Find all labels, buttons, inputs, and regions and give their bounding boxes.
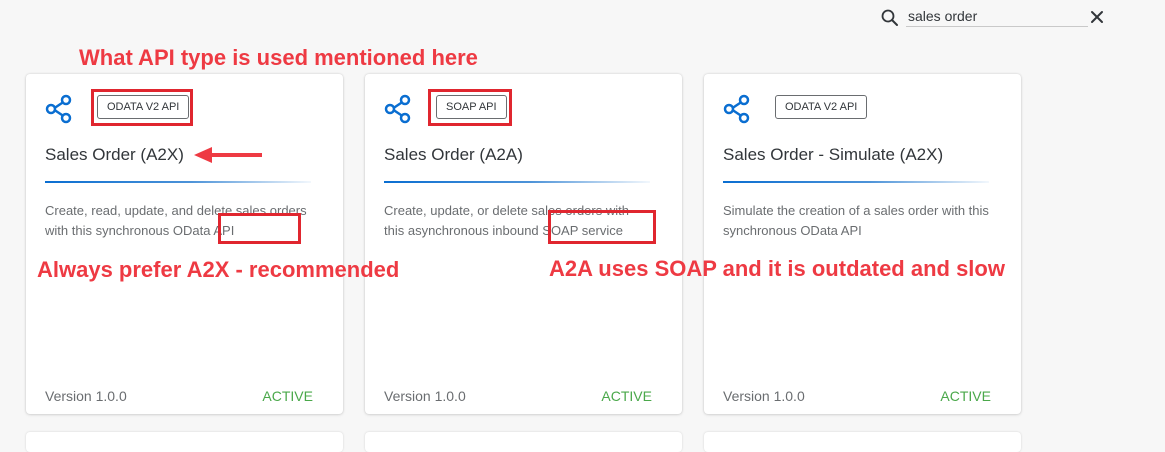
card-divider [45, 181, 311, 183]
api-type-badge: ODATA V2 API [775, 95, 868, 119]
card-version: Version 1.0.0 [723, 388, 805, 404]
api-card-next-row[interactable] [704, 432, 1021, 452]
share-icon [723, 94, 750, 124]
api-card-sales-order-simulate[interactable]: ODATA V2 API Sales Order - Simulate (A2X… [704, 74, 1021, 414]
search-input[interactable] [906, 6, 1088, 27]
status-badge: ACTIVE [940, 388, 991, 404]
search-bar [880, 4, 1110, 30]
share-icon [384, 94, 411, 124]
annotation-highlight-odata-api-text [218, 213, 301, 244]
card-title[interactable]: Sales Order - Simulate (A2X) [723, 145, 943, 165]
card-title[interactable]: Sales Order (A2A) [384, 145, 523, 165]
annotation-highlight-soap-badge [428, 89, 512, 126]
annotation-arrow-icon [194, 147, 262, 163]
status-badge: ACTIVE [601, 388, 652, 404]
annotation-highlight-odata-badge [91, 89, 193, 126]
api-card-next-row[interactable] [365, 432, 682, 452]
card-divider [384, 181, 650, 183]
annotation-a2a-soap-note: A2A uses SOAP and it is outdated and slo… [549, 256, 1005, 281]
card-description: Simulate the creation of a sales order w… [723, 203, 989, 238]
annotation-highlight-soap-service-text [548, 210, 656, 244]
card-version: Version 1.0.0 [384, 388, 466, 404]
search-icon[interactable] [880, 8, 900, 28]
card-divider [723, 181, 989, 183]
card-title[interactable]: Sales Order (A2X) [45, 145, 184, 165]
annotation-prefer-a2x-note: Always prefer A2X - recommended [37, 257, 400, 282]
api-card-sales-order-a2a[interactable]: SOAP API Sales Order (A2A) Create, updat… [365, 74, 682, 414]
close-icon[interactable] [1088, 8, 1106, 26]
annotation-api-type-note: What API type is used mentioned here [79, 45, 478, 70]
api-card-next-row[interactable] [26, 432, 343, 452]
share-icon [45, 94, 72, 124]
card-version: Version 1.0.0 [45, 388, 127, 404]
status-badge: ACTIVE [262, 388, 313, 404]
